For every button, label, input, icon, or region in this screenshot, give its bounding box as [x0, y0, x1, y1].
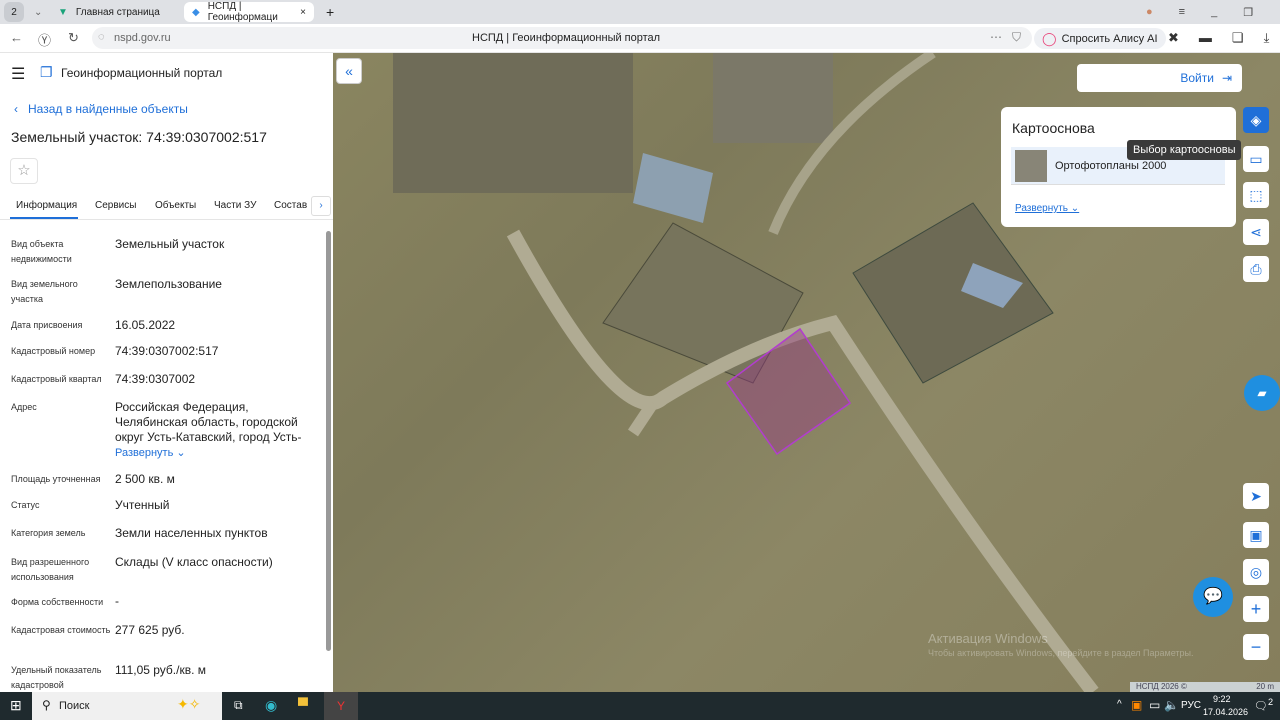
- task-view-icon[interactable]: ⧉: [234, 698, 243, 713]
- tray-chevron-icon[interactable]: ^: [1117, 699, 1122, 710]
- feedback-icon[interactable]: ▰: [1244, 375, 1280, 411]
- tray-app-icon[interactable]: ▣: [1131, 698, 1142, 712]
- tab-objects[interactable]: Объекты: [155, 200, 196, 211]
- menu-icon[interactable]: ≡: [1179, 6, 1185, 18]
- layers-icon[interactable]: ◈: [1243, 107, 1269, 133]
- minimize-icon[interactable]: _: [1211, 6, 1217, 18]
- tab-composition[interactable]: Состав: [274, 200, 307, 211]
- restore-icon[interactable]: ❐: [1243, 6, 1253, 19]
- notifications-icon[interactable]: 🗨2: [1254, 697, 1273, 713]
- extension-icon[interactable]: ●: [1146, 6, 1153, 18]
- tabs-scroll-right-button[interactable]: ›: [311, 196, 331, 216]
- print-icon[interactable]: ⎙: [1243, 256, 1269, 282]
- object-title: Земельный участок: 74:39:0307002:517: [11, 129, 267, 145]
- zoom-in-button[interactable]: +: [1243, 596, 1269, 622]
- file-explorer-icon[interactable]: ▀: [298, 697, 308, 713]
- tooltip: Выбор картоосновы: [1127, 140, 1242, 160]
- portal-logo-icon: ❐: [40, 64, 53, 80]
- chat-icon[interactable]: 💬: [1193, 577, 1233, 617]
- tab-services[interactable]: Сервисы: [95, 200, 136, 211]
- shield-icon: ◌: [98, 31, 105, 43]
- tab-count[interactable]: 2: [4, 2, 24, 22]
- close-icon[interactable]: ×: [300, 7, 306, 18]
- map-view[interactable]: « Войти ⇥ Картооснова Ортофотопланы 2000 …: [333, 53, 1280, 692]
- activation-watermark: Активация Windows: [928, 631, 1048, 646]
- tab-info[interactable]: Информация: [16, 200, 77, 211]
- collections-icon[interactable]: ❏: [1232, 30, 1244, 46]
- site-icon: ▼: [58, 6, 68, 18]
- portal-title: Геоинформационный портал: [61, 66, 223, 80]
- basemap-panel: Картооснова Ортофотопланы 2000 Развернут…: [1001, 107, 1236, 227]
- expand-address-link[interactable]: Развернуть ⌄: [115, 446, 186, 459]
- map-attribution: НСПД 2026 © 20 m: [1130, 682, 1280, 692]
- more-icon[interactable]: ⋯: [990, 30, 1002, 44]
- login-icon: ⇥: [1221, 71, 1232, 85]
- share-icon[interactable]: ⋖: [1243, 219, 1269, 245]
- tab-parts[interactable]: Части ЗУ: [214, 200, 256, 211]
- search-icon: ⚲: [42, 698, 51, 712]
- tabs-dropdown-icon[interactable]: ⌄: [26, 2, 50, 22]
- site-icon: ◆: [192, 6, 200, 18]
- copilot-sparkle-icon: ✦✧: [177, 696, 201, 712]
- taskbar-search[interactable]: ⚲ Поиск ✦✧: [32, 692, 222, 720]
- windows-start-icon[interactable]: ⊞: [10, 697, 22, 714]
- ruler-icon[interactable]: ▭: [1243, 146, 1269, 172]
- login-button[interactable]: Войти ⇥: [1077, 64, 1242, 92]
- volume-icon[interactable]: 🔈: [1164, 698, 1179, 712]
- tab-nspd[interactable]: ◆ НСПД | Геоинформаци ×: [184, 1, 314, 23]
- download-icon[interactable]: ⤓: [1264, 30, 1270, 46]
- menu-icon[interactable]: ☰: [11, 64, 25, 84]
- yandex-icon[interactable]: Ⓨ: [38, 30, 51, 49]
- browser-tab-bar: 2 ⌄ ▼ Главная страница ◆ НСПД | Геоинформа…: [0, 0, 1280, 24]
- basemap-expand-link[interactable]: Развернуть ⌄: [1015, 203, 1079, 214]
- network-icon[interactable]: ▭: [1149, 698, 1160, 712]
- scrollbar[interactable]: [326, 231, 331, 651]
- page-title: НСПД | Геоинформационный портал: [472, 32, 661, 44]
- extension-icon[interactable]: ▬: [1199, 30, 1212, 46]
- yandex-browser-icon[interactable]: Y: [324, 692, 358, 720]
- select-area-icon[interactable]: ⬚: [1243, 182, 1269, 208]
- zoom-out-button[interactable]: −: [1243, 634, 1269, 660]
- basemap-thumbnail: [1015, 150, 1047, 182]
- windows-taskbar: ⊞ ⚲ Поиск ✦✧ ⧉ ◉ ▀ Y ^ ▣ ▭ 🔈 РУС 9:22 17…: [0, 692, 1280, 720]
- alice-icon: ◯: [1042, 30, 1057, 46]
- bookmark-icon[interactable]: ⛉: [1012, 30, 1021, 45]
- extension-icon[interactable]: ✖: [1168, 30, 1179, 46]
- location-search-icon[interactable]: ◎: [1243, 559, 1269, 585]
- favorite-star-button[interactable]: ☆: [10, 158, 38, 184]
- tab-main-page[interactable]: ▼ Главная страница: [50, 2, 180, 22]
- reload-icon[interactable]: ↻: [68, 30, 79, 46]
- object-info-panel: ☰ ❐ Геоинформационный портал ‹ Назад в н…: [0, 53, 333, 692]
- new-tab-button[interactable]: +: [318, 2, 342, 22]
- edge-icon[interactable]: ◉: [265, 697, 277, 714]
- collapse-panel-button[interactable]: «: [336, 58, 362, 84]
- back-to-results-link[interactable]: ‹ Назад в найденные объекты: [14, 102, 188, 116]
- scale-bar: 20 m: [1256, 682, 1274, 691]
- back-icon[interactable]: ←: [10, 30, 23, 45]
- minimap-icon[interactable]: ▣: [1243, 522, 1269, 548]
- ask-alice-button[interactable]: ◯ Спросить Алису AI: [1034, 28, 1166, 49]
- geolocation-icon[interactable]: ➤: [1243, 483, 1269, 509]
- url-field[interactable]: ◌ nspd.gov.ru НСПД | Геоинформационный п…: [92, 27, 1032, 49]
